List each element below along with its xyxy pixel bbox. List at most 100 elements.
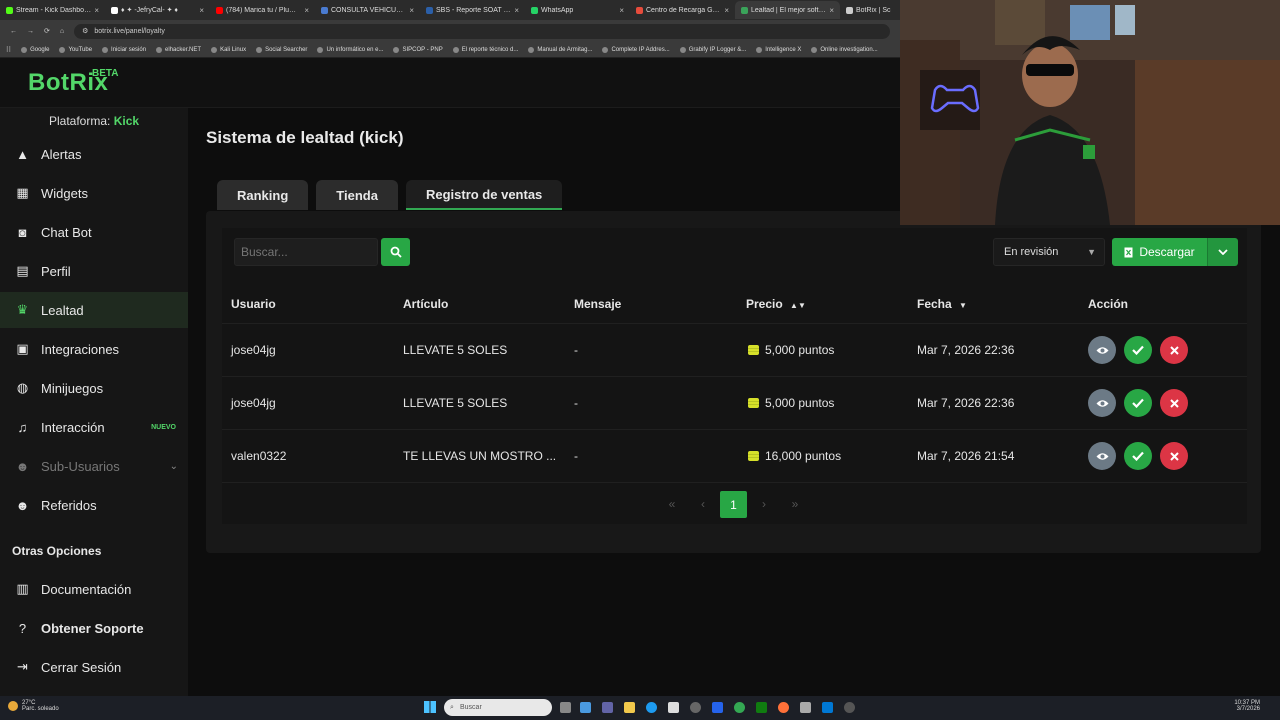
- clock[interactable]: 10:37 PM 3/7/2026: [1234, 700, 1260, 712]
- sidebar-item-minijuegos[interactable]: ◍ Minijuegos: [0, 370, 188, 406]
- close-icon[interactable]: ×: [94, 6, 99, 15]
- last-page-button[interactable]: »: [782, 491, 808, 517]
- close-icon[interactable]: ×: [829, 6, 834, 15]
- taskbar-search[interactable]: ⌕ Buscar: [444, 699, 552, 716]
- weather-widget[interactable]: 27°C Parc. soleado: [8, 700, 59, 712]
- bookmark-item[interactable]: YouTube: [59, 46, 92, 53]
- prev-page-button[interactable]: ‹: [690, 491, 716, 517]
- bookmark-item[interactable]: SIPCOP - PNP: [393, 46, 443, 53]
- copilot-icon[interactable]: [580, 702, 591, 713]
- bookmark-item[interactable]: Social Searcher: [256, 46, 307, 53]
- browser-tab[interactable]: ♦ ✦ -JefryCal- ✦ ♦ ×: [105, 1, 210, 19]
- bookmark-item[interactable]: Kali Linux: [211, 46, 246, 53]
- first-page-button[interactable]: «: [659, 491, 685, 517]
- browser-tab[interactable]: WhatsApp ×: [525, 1, 630, 19]
- sidebar-item-chat-bot[interactable]: ◙ Chat Bot: [0, 214, 188, 250]
- browser-tab[interactable]: SBS - Reporte SOAT / CA ×: [420, 1, 525, 19]
- close-icon[interactable]: ×: [724, 6, 729, 15]
- sidebar-item-referidos[interactable]: ☻ Referidos: [0, 487, 188, 523]
- xbox-icon[interactable]: [756, 702, 767, 713]
- bookmark-item[interactable]: Google: [21, 46, 49, 53]
- eye-icon: [1096, 452, 1108, 460]
- approve-button[interactable]: [1124, 442, 1152, 470]
- approve-button[interactable]: [1124, 336, 1152, 364]
- download-button[interactable]: Descargar: [1112, 238, 1207, 266]
- app-icon[interactable]: [712, 702, 723, 713]
- task-view-icon[interactable]: [560, 702, 571, 713]
- store-icon[interactable]: [668, 702, 679, 713]
- col-header-fecha[interactable]: Fecha ▼: [917, 297, 967, 311]
- obs-icon[interactable]: [690, 702, 701, 713]
- price-value: 5,000 puntos: [765, 343, 835, 357]
- sidebar-item-interacci-n[interactable]: ♫ Interacción NUEVO: [0, 409, 188, 445]
- close-icon[interactable]: ×: [409, 6, 414, 15]
- approve-button[interactable]: [1124, 389, 1152, 417]
- reject-button[interactable]: [1160, 389, 1188, 417]
- bookmark-item[interactable]: elhacker.NET: [156, 46, 201, 53]
- url-field[interactable]: ⚙ botrix.live/panel/loyalty: [74, 23, 890, 39]
- view-button[interactable]: [1088, 336, 1116, 364]
- close-icon[interactable]: ×: [304, 6, 309, 15]
- sidebar-item-alertas[interactable]: ▲ Alertas: [0, 136, 188, 172]
- tab-ranking[interactable]: Ranking: [217, 180, 309, 210]
- sidebar-item-lealtad[interactable]: ♛ Lealtad: [0, 292, 188, 328]
- bookmark-item[interactable]: Iniciar sesión: [102, 46, 146, 53]
- chrome-icon[interactable]: [734, 702, 745, 713]
- close-icon[interactable]: ×: [199, 6, 204, 15]
- browser-tab[interactable]: BotRix | Sc×: [840, 1, 900, 19]
- search-button[interactable]: [381, 238, 410, 266]
- bookmark-item[interactable]: Grabify IP Logger &...: [679, 46, 746, 53]
- reload-icon[interactable]: ⟳: [44, 27, 50, 35]
- reject-button[interactable]: [1160, 336, 1188, 364]
- browser-tab[interactable]: Centro de Recarga Garena×: [630, 1, 735, 19]
- teams-icon[interactable]: [602, 702, 613, 713]
- apps-grid-icon[interactable]: ⁝⁝: [6, 45, 11, 54]
- browser-tab[interactable]: CONSULTA VEHICULAR ×: [315, 1, 420, 19]
- bookmark-item[interactable]: Intelligence X: [756, 46, 801, 53]
- sidebar-item-perfil[interactable]: ▤ Perfil: [0, 253, 188, 289]
- sidebar-item-documentaci-n[interactable]: ▥ Documentación: [0, 571, 188, 607]
- app-icon-4[interactable]: [844, 702, 855, 713]
- back-icon[interactable]: ←: [10, 28, 17, 35]
- sidebar-item-label: Alertas: [41, 146, 82, 162]
- tab-tienda[interactable]: Tienda: [316, 180, 398, 210]
- search-input[interactable]: [234, 238, 378, 266]
- view-button[interactable]: [1088, 389, 1116, 417]
- app-icon-3[interactable]: [822, 702, 833, 713]
- windows-start-icon[interactable]: [424, 701, 436, 713]
- close-icon[interactable]: ×: [619, 6, 624, 15]
- view-button[interactable]: [1088, 442, 1116, 470]
- sidebar-item-obtener-soporte[interactable]: ? Obtener Soporte: [0, 610, 188, 646]
- sort-desc-icon[interactable]: ▼: [959, 301, 967, 310]
- edge-icon[interactable]: [646, 702, 657, 713]
- next-page-button[interactable]: ›: [751, 491, 777, 517]
- forward-icon[interactable]: →: [27, 28, 34, 35]
- bookmark-item[interactable]: El reporte técnico d...: [452, 46, 518, 53]
- browser-tab[interactable]: Lealtad | El mejor softwa ×: [735, 1, 840, 19]
- sidebar-item-sub-usuarios[interactable]: ☻ Sub-Usuarios ⌄: [0, 448, 188, 484]
- page-button-current[interactable]: 1: [720, 491, 747, 518]
- check-icon: [1132, 451, 1144, 461]
- download-options-toggle[interactable]: [1207, 238, 1238, 266]
- sidebar-item-integraciones[interactable]: ▣ Integraciones: [0, 331, 188, 367]
- bookmark-item[interactable]: Complete IP Addres...: [602, 46, 670, 53]
- bookmark-item[interactable]: Manual de Armitag...: [528, 46, 592, 53]
- tab-registro-ventas[interactable]: Registro de ventas: [405, 180, 563, 210]
- sidebar-item-cerrar-sesi-n[interactable]: ⇥ Cerrar Sesión: [0, 649, 188, 685]
- reject-button[interactable]: [1160, 442, 1188, 470]
- price-value: 16,000 puntos: [765, 449, 842, 463]
- home-icon[interactable]: ⌂: [60, 28, 64, 35]
- app-icon-2[interactable]: [800, 702, 811, 713]
- sort-icon[interactable]: ▲▼: [790, 301, 806, 310]
- browser-tab[interactable]: (784) Marica tu / Pluma G ×: [210, 1, 315, 19]
- close-icon[interactable]: ×: [514, 6, 519, 15]
- browser-tab[interactable]: Stream - Kick Dashboard ×: [0, 1, 105, 19]
- bookmark-item[interactable]: Online investigation...: [811, 46, 878, 53]
- site-info-icon[interactable]: ⚙: [82, 27, 88, 35]
- bookmark-item[interactable]: Un informático en e...: [317, 46, 383, 53]
- col-header-precio[interactable]: Precio ▲▼: [746, 297, 806, 311]
- status-filter-select[interactable]: En revisión ▼: [993, 238, 1105, 266]
- firefox-icon[interactable]: [778, 702, 789, 713]
- sidebar-item-widgets[interactable]: ▦ Widgets: [0, 175, 188, 211]
- file-explorer-icon[interactable]: [624, 702, 635, 713]
